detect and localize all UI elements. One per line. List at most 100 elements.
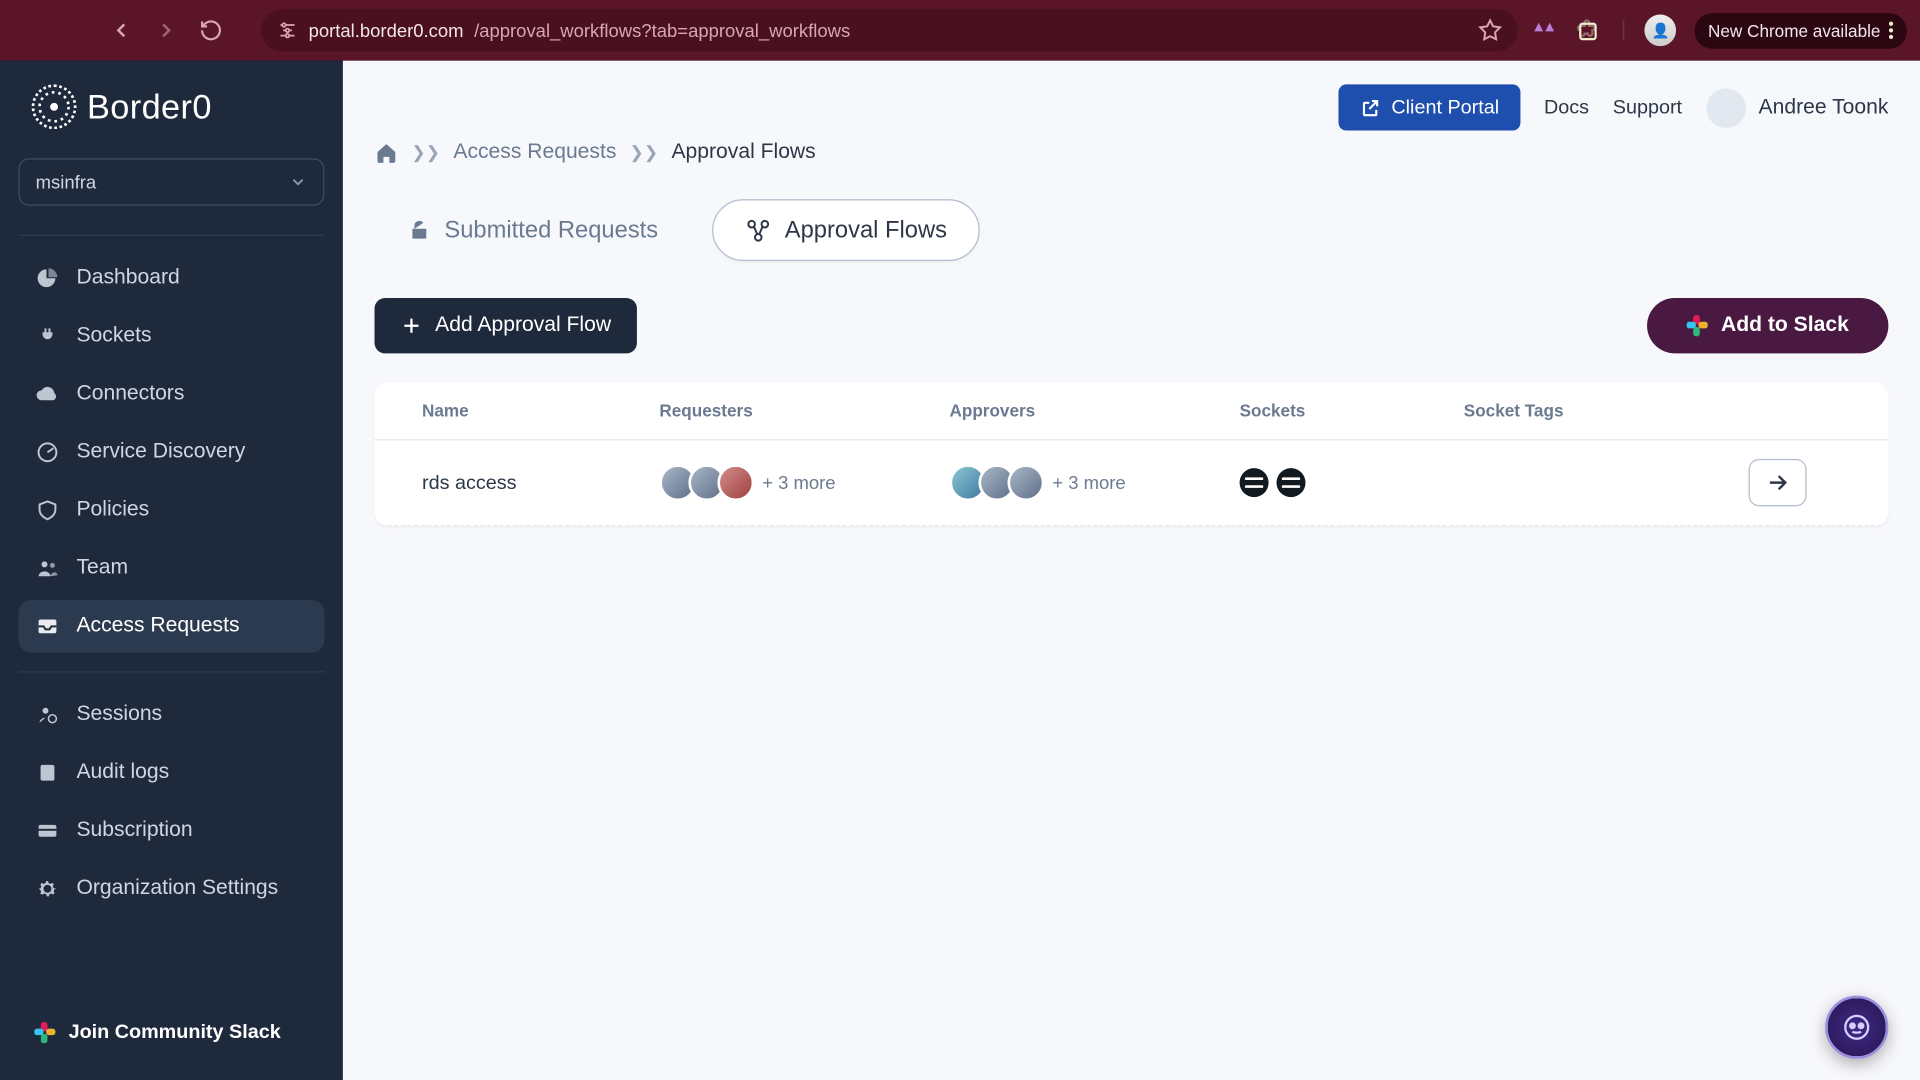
external-link-icon [1360,97,1381,118]
breadcrumb-access-requests[interactable]: Access Requests [453,141,616,165]
client-portal-label: Client Portal [1391,96,1499,118]
brand-mark-icon [32,84,77,129]
plug-icon [34,323,60,349]
chrome-update-label: New Chrome available [1708,20,1880,40]
chat-widget-button[interactable] [1825,996,1888,1059]
secondary-nav: Sessions Audit logs Subscription Organiz… [18,688,324,915]
cell-requesters: + 3 more [659,464,949,501]
tab-approval-flows[interactable]: Approval Flows [712,199,980,261]
main-content: Client Portal Docs Support Andree Toonk … [343,61,1920,1080]
nav-label: Dashboard [76,266,179,290]
nav-sessions[interactable]: Sessions [18,688,324,741]
card-icon [34,818,60,844]
nav-dashboard[interactable]: Dashboard [18,252,324,305]
chevron-right-icon: ❯❯ [630,142,659,163]
flow-icon [745,217,771,243]
slack-button-label: Add to Slack [1721,314,1849,338]
nav-label: Policies [76,498,149,522]
browser-url-bar[interactable]: portal.border0.com/approval_workflows?ta… [261,9,1518,51]
approvers-more: + 3 more [1052,472,1125,493]
slack-icon [1687,315,1708,336]
nav-label: Subscription [76,819,192,843]
nav-label: Access Requests [76,615,239,639]
docs-link[interactable]: Docs [1544,96,1589,118]
sidebar: Border0 msinfra Dashboard Sockets Connec… [0,61,343,1080]
users-icon [34,555,60,581]
support-link[interactable]: Support [1613,96,1682,118]
user-name: Andree Toonk [1759,96,1889,120]
site-settings-icon [277,20,298,41]
table-header: Name Requesters Approvers Sockets Socket… [375,382,1889,440]
col-sockets: Sockets [1240,401,1464,421]
nav-policies[interactable]: Policies [18,484,324,537]
col-socket-tags: Socket Tags [1464,401,1701,421]
tab-submitted-requests[interactable]: Submitted Requests [375,199,692,261]
add-to-slack-button[interactable]: Add to Slack [1647,298,1888,353]
home-icon [375,141,399,165]
nav-label: Sockets [76,324,151,348]
avatar-icon [717,464,754,501]
cell-name: rds access [422,471,659,493]
breadcrumb-home[interactable] [375,141,399,165]
tab-label: Approval Flows [785,216,947,244]
brand-name: Border0 [87,86,212,127]
browser-profile-avatar[interactable]: 👤 [1645,15,1677,47]
gear-icon [34,876,60,902]
arrow-right-icon [1764,469,1790,495]
org-selector[interactable]: msinfra [18,158,324,205]
client-portal-button[interactable]: Client Portal [1339,84,1521,130]
col-approvers: Approvers [949,401,1239,421]
shield-icon [34,497,60,523]
table-row[interactable]: rds access + 3 more + 3 more [375,440,1889,526]
nav-team[interactable]: Team [18,542,324,595]
user-clock-icon [34,702,60,728]
add-approval-flow-button[interactable]: Add Approval Flow [375,298,638,353]
col-requesters: Requesters [659,401,949,421]
join-slack-label: Join Community Slack [69,1021,281,1043]
browser-back-button[interactable] [105,15,137,47]
nav-access-requests[interactable]: Access Requests [18,600,324,653]
breadcrumbs: ❯❯ Access Requests ❯❯ Approval Flows [375,141,1889,165]
nav-audit-logs[interactable]: Audit logs [18,746,324,799]
plus-icon [401,315,422,336]
nav-subscription[interactable]: Subscription [18,804,324,857]
col-name: Name [422,401,659,421]
user-avatar-icon [1706,88,1746,128]
action-row: Add Approval Flow Add to Slack [375,298,1889,353]
file-icon [34,760,60,786]
url-path: /approval_workflows?tab=approval_workflo… [474,20,850,41]
nav-label: Organization Settings [76,877,278,901]
nav-service-discovery[interactable]: Service Discovery [18,426,324,479]
browser-reload-button[interactable] [195,15,227,47]
bot-icon [1840,1010,1874,1044]
extensions-puzzle-icon[interactable] [1576,17,1602,43]
nav-label: Connectors [76,382,184,406]
browser-forward-button[interactable] [150,15,182,47]
chevron-right-icon: ❯❯ [411,142,440,163]
kebab-icon [1888,21,1893,39]
tabs: Submitted Requests Approval Flows [375,199,1889,261]
nav-org-settings[interactable]: Organization Settings [18,862,324,915]
database-icon [1277,468,1306,497]
cloud-icon [34,381,60,407]
join-community-slack[interactable]: Join Community Slack [18,1007,324,1056]
user-menu[interactable]: Andree Toonk [1706,88,1889,128]
database-icon [1240,468,1269,497]
cell-approvers: + 3 more [949,464,1239,501]
page-header: Client Portal Docs Support Andree Toonk [375,84,1889,130]
brand-logo[interactable]: Border0 [18,84,324,129]
nav-label: Team [76,556,128,580]
nav-connectors[interactable]: Connectors [18,368,324,421]
extension-icon[interactable] [1531,17,1557,43]
nav-sockets[interactable]: Sockets [18,310,324,363]
bookmark-star-icon[interactable] [1478,18,1502,42]
chrome-update-chip[interactable]: New Chrome available [1695,13,1907,49]
requesters-more: + 3 more [762,472,835,493]
lock-open-icon [407,218,431,242]
pie-chart-icon [34,265,60,291]
add-button-label: Add Approval Flow [435,314,611,338]
breadcrumb-current: Approval Flows [671,141,815,165]
org-selector-value: msinfra [36,171,97,192]
open-row-button[interactable] [1749,459,1807,506]
radar-icon [34,439,60,465]
